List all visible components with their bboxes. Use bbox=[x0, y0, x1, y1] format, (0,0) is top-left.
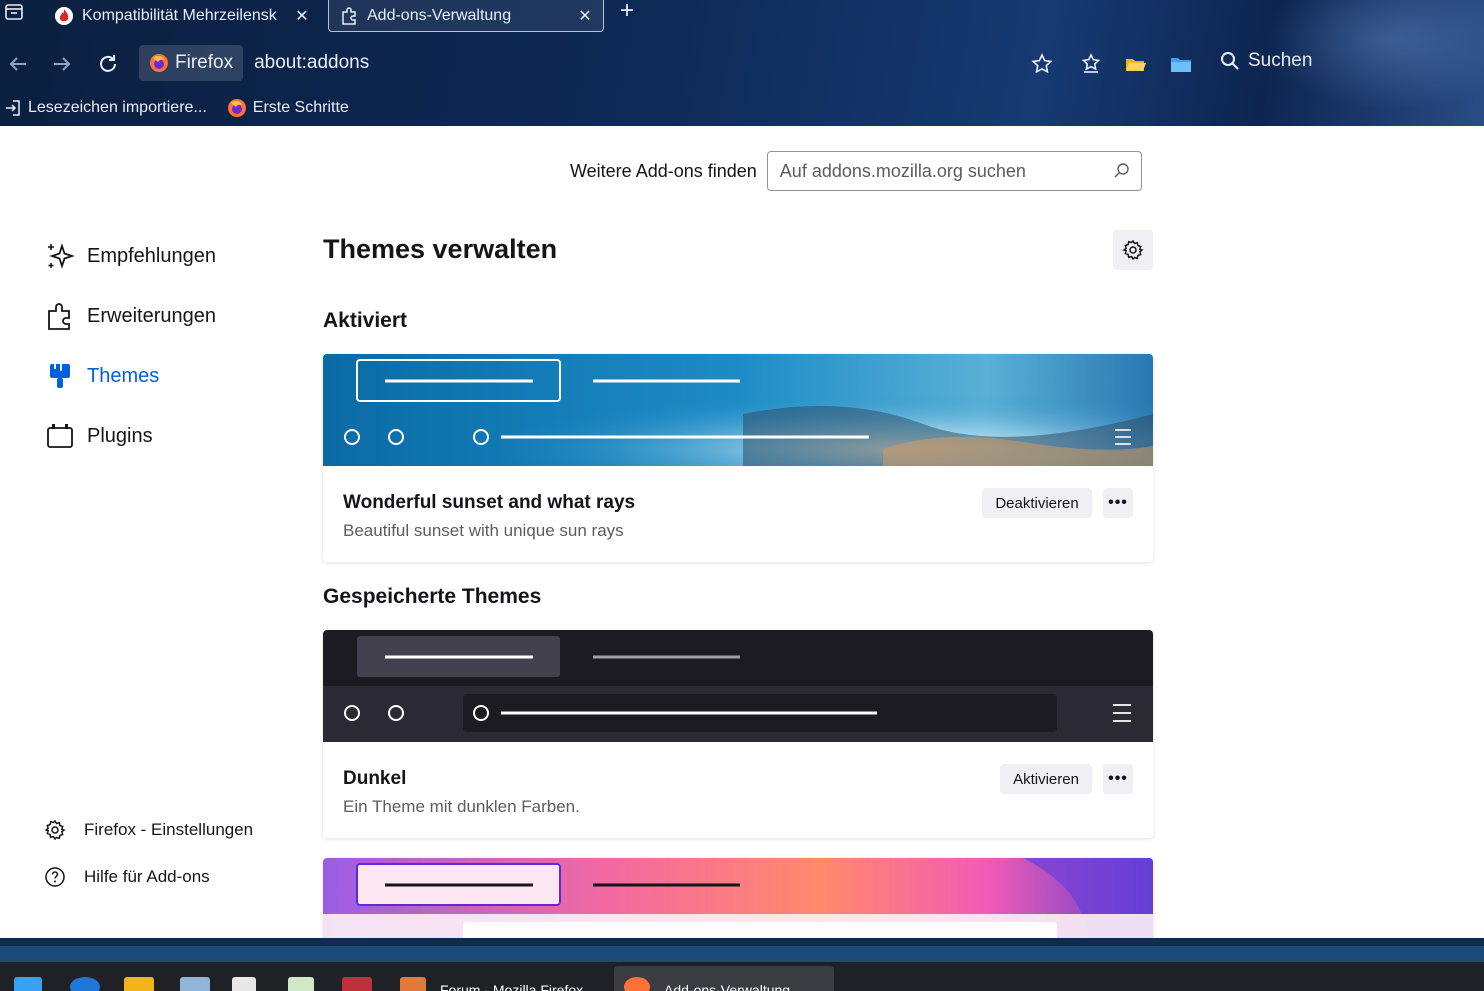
taskbar-item-forum[interactable]: Forum - Mozilla Firefox bbox=[440, 982, 583, 991]
category-label: Erweiterungen bbox=[87, 304, 216, 327]
theme-preview-sunset bbox=[323, 354, 1153, 466]
category-label: Plugins bbox=[87, 424, 153, 447]
search-label: Suchen bbox=[1248, 50, 1313, 71]
category-themes[interactable]: Themes bbox=[44, 346, 284, 406]
star-bookmark-icon[interactable] bbox=[1030, 52, 1054, 76]
flame-favicon-icon bbox=[54, 6, 74, 26]
identity-label: Firefox bbox=[175, 52, 234, 73]
saved-themes-heading: Gespeicherte Themes bbox=[323, 585, 542, 608]
import-icon bbox=[6, 100, 20, 116]
plugin-icon bbox=[44, 420, 76, 452]
url-text[interactable]: about:addons bbox=[254, 52, 369, 74]
theme-card-body: Wonderful sunset and what rays Beautiful… bbox=[323, 466, 1153, 562]
tab-bar: Kompatibilität Mehrzeilensk ✕ Add-ons-Ve… bbox=[0, 0, 1484, 34]
categories-sidebar: Empfehlungen Erweiterungen Themes Plugin… bbox=[44, 226, 284, 466]
folder-icon[interactable] bbox=[1169, 52, 1193, 76]
activate-button[interactable]: Aktivieren bbox=[1000, 764, 1092, 794]
close-icon[interactable]: ✕ bbox=[294, 6, 310, 26]
search-icon bbox=[1221, 52, 1239, 70]
find-addons-row: Weitere Add-ons finden Auf addons.mozill… bbox=[570, 151, 1142, 191]
category-plugins[interactable]: Plugins bbox=[44, 406, 284, 466]
theme-card-sunset[interactable]: Wonderful sunset and what rays Beautiful… bbox=[323, 354, 1153, 562]
firefox-icon bbox=[624, 977, 650, 991]
tab-list-icon[interactable] bbox=[4, 2, 24, 22]
file-explorer-icon[interactable] bbox=[124, 977, 154, 991]
puzzle-icon bbox=[44, 300, 76, 332]
document-icon[interactable] bbox=[288, 977, 314, 991]
tab-add-ons-verwaltung[interactable]: Add-ons-Verwaltung ✕ bbox=[328, 0, 604, 32]
edge-icon[interactable] bbox=[70, 977, 100, 991]
bookmark-label: Erste Schritte bbox=[252, 99, 349, 116]
category-erweiterungen[interactable]: Erweiterungen bbox=[44, 286, 284, 346]
enabled-heading: Aktiviert bbox=[323, 309, 408, 332]
forward-arrow-icon[interactable] bbox=[50, 52, 74, 76]
firefox-icon bbox=[150, 54, 168, 72]
close-icon[interactable]: ✕ bbox=[577, 6, 593, 26]
theme-preview-dunkel bbox=[323, 630, 1153, 742]
sidebar-footer: Firefox - Einstellungen Hilfe für Add-on… bbox=[44, 806, 253, 900]
addons-page: Weitere Add-ons finden Auf addons.mozill… bbox=[0, 126, 1484, 938]
tab-label: Add-ons-Verwaltung bbox=[367, 6, 512, 24]
bookmark-label: Lesezeichen importiere... bbox=[28, 99, 207, 116]
footer-label: Firefox - Einstellungen bbox=[84, 819, 254, 839]
bookmark-import[interactable]: Lesezeichen importiere... bbox=[4, 99, 207, 117]
theme-preview-colorful bbox=[323, 858, 1153, 938]
notepad-icon[interactable] bbox=[180, 977, 210, 991]
brush-icon bbox=[44, 360, 76, 392]
category-label: Empfehlungen bbox=[87, 244, 216, 267]
thunderbird-icon[interactable] bbox=[400, 977, 426, 991]
browser-chrome: Kompatibilität Mehrzeilensk ✕ Add-ons-Ve… bbox=[0, 0, 1484, 126]
category-empfehlungen[interactable]: Empfehlungen bbox=[44, 226, 284, 286]
more-options-button[interactable]: ••• bbox=[1103, 764, 1133, 794]
windows-start-icon[interactable] bbox=[14, 977, 42, 991]
sparkle-icon bbox=[44, 240, 76, 272]
open-folder-icon[interactable] bbox=[1124, 52, 1148, 76]
tab-kompatibilitaet[interactable]: Kompatibilität Mehrzeilensk ✕ bbox=[44, 0, 320, 32]
puzzle-icon bbox=[339, 6, 359, 26]
reload-icon[interactable] bbox=[96, 52, 120, 76]
search-button[interactable]: Suchen bbox=[1220, 50, 1312, 72]
addons-help-link[interactable]: Hilfe für Add-ons bbox=[44, 853, 253, 900]
window-bottom-edge bbox=[0, 938, 1484, 962]
new-tab-button[interactable]: + bbox=[620, 0, 642, 24]
theme-name: Dunkel bbox=[343, 768, 407, 789]
firefox-icon bbox=[227, 99, 246, 117]
footer-label: Hilfe für Add-ons bbox=[84, 866, 210, 886]
app-icon[interactable] bbox=[342, 977, 372, 991]
search-icon bbox=[1114, 163, 1129, 178]
bookmarks-star-list-icon[interactable] bbox=[1079, 52, 1103, 76]
bookmarks-toolbar: Lesezeichen importiere... Erste Schritte bbox=[0, 94, 1484, 122]
theme-name: Wonderful sunset and what rays bbox=[343, 492, 636, 513]
deactivate-button[interactable]: Deaktivieren bbox=[982, 488, 1092, 518]
more-options-button[interactable]: ••• bbox=[1103, 488, 1133, 518]
theme-description: Beautiful sunset with unique sun rays bbox=[343, 521, 624, 540]
page-title: Themes verwalten bbox=[323, 234, 558, 264]
solitaire-icon[interactable] bbox=[232, 977, 256, 991]
firefox-settings-link[interactable]: Firefox - Einstellungen bbox=[44, 806, 253, 853]
nav-bar: Firefox about:addons Suchen bbox=[0, 44, 1484, 84]
url-bar[interactable]: Firefox about:addons bbox=[139, 45, 369, 81]
gear-icon bbox=[1122, 239, 1144, 261]
theme-card-body: Dunkel Ein Theme mit dunklen Farben. Akt… bbox=[323, 742, 1153, 838]
tab-label: Kompatibilität Mehrzeilensk bbox=[82, 7, 277, 24]
category-label: Themes bbox=[87, 364, 160, 387]
theme-card-colorful[interactable] bbox=[323, 858, 1153, 938]
theme-card-dunkel[interactable]: Dunkel Ein Theme mit dunklen Farben. Akt… bbox=[323, 630, 1153, 838]
taskbar: Forum - Mozilla Firefox Add-ons-Verwaltu… bbox=[0, 962, 1484, 991]
taskbar-item-addons[interactable]: Add-ons-Verwaltung bbox=[664, 982, 790, 991]
back-arrow-icon[interactable] bbox=[6, 52, 30, 76]
identity-box[interactable]: Firefox bbox=[139, 45, 244, 81]
gear-icon bbox=[44, 819, 66, 840]
theme-description: Ein Theme mit dunklen Farben. bbox=[343, 797, 580, 816]
bookmark-erste-schritte[interactable]: Erste Schritte bbox=[227, 98, 349, 118]
tools-gear-button[interactable] bbox=[1113, 230, 1153, 270]
addons-search-input[interactable]: Auf addons.mozilla.org suchen bbox=[766, 151, 1142, 191]
search-placeholder: Auf addons.mozilla.org suchen bbox=[779, 160, 1026, 181]
find-addons-label: Weitere Add-ons finden bbox=[570, 160, 757, 181]
help-icon bbox=[45, 866, 65, 887]
